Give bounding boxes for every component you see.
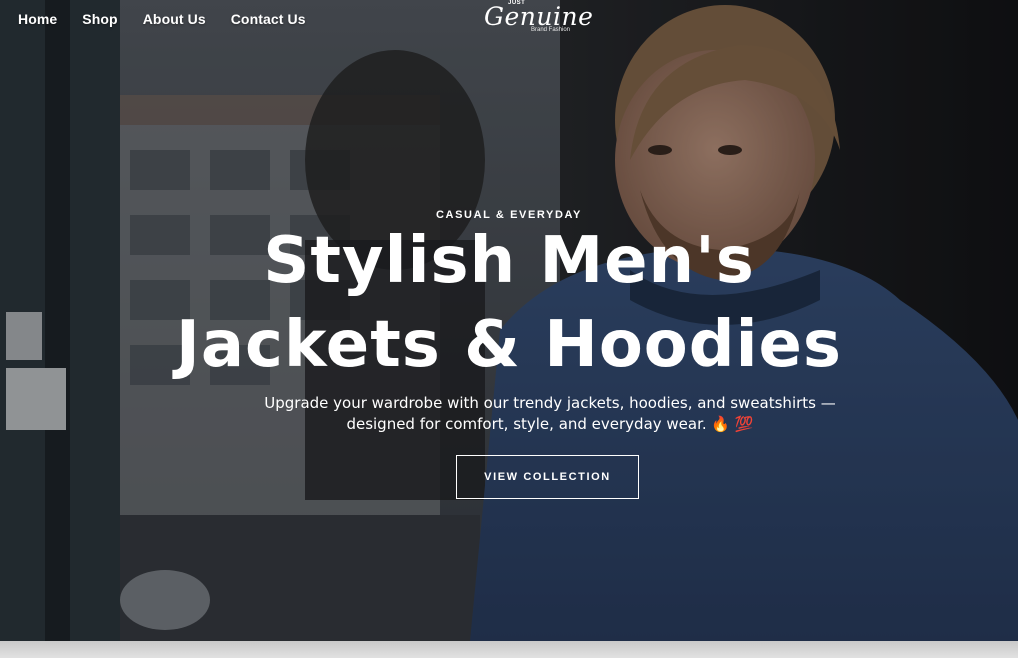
page-bottom-strip <box>0 641 1018 658</box>
hero-headline-line2: Jackets & Hoodies <box>176 308 842 382</box>
main-nav: Home Shop About Us Contact Us <box>18 11 306 27</box>
nav-about-link[interactable]: About Us <box>143 11 206 27</box>
nav-contact-link[interactable]: Contact Us <box>231 11 306 27</box>
brand-logo[interactable]: JUST Genuine Brand Fashion <box>480 0 593 44</box>
view-collection-button[interactable]: VIEW COLLECTION <box>456 455 639 499</box>
hero-headline-line1: Stylish Men's <box>263 224 755 298</box>
nav-home-link[interactable]: Home <box>18 11 57 27</box>
hero-headline: Stylish Men's Jackets & Hoodies <box>0 219 1018 387</box>
hero-description: Upgrade your wardrobe with our trendy ja… <box>264 394 836 433</box>
logo-subtitle: Brand Fashion <box>531 27 571 33</box>
hero-section: Home Shop About Us Contact Us JUST Genui… <box>0 0 1018 641</box>
nav-shop-link[interactable]: Shop <box>82 11 117 27</box>
